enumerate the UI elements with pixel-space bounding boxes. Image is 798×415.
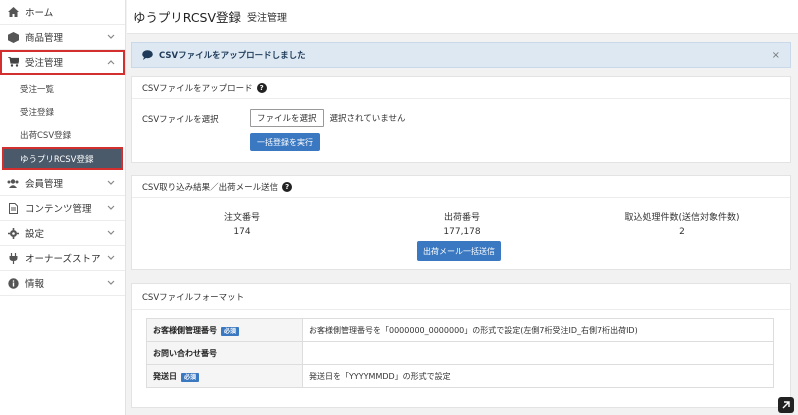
- users-icon: [7, 177, 19, 189]
- nav-products[interactable]: 商品管理: [0, 25, 125, 50]
- sidebar: ホーム 商品管理 受注管理 受注一覧 受注登録 出荷CSV登録 ゆうプリRCSV…: [0, 0, 126, 415]
- result-labels: 注文番号 出荷番号 取込処理件数(送信対象件数): [132, 210, 792, 223]
- upload-heading-text: CSVファイルをアップロード: [142, 83, 253, 94]
- field-name-cell: お問い合わせ番号: [146, 341, 303, 365]
- info-icon: [7, 277, 19, 289]
- file-icon: [7, 202, 19, 214]
- page-title: ゆうプリRCSV登録: [133, 10, 242, 25]
- chevron-down-icon: [107, 279, 115, 289]
- alert-message: CSVファイルをアップロードしました: [159, 51, 306, 61]
- plug-icon: [7, 252, 19, 264]
- field-name-cell: お客様側管理番号 必須: [146, 318, 303, 342]
- format-card: CSVファイルフォーマット お客様側管理番号 必須 お客様側管理番号を「00000…: [131, 283, 791, 408]
- field-desc: [302, 341, 774, 365]
- no-file-text: 選択されていません: [329, 114, 406, 124]
- file-field-label: CSVファイルを選択: [142, 115, 219, 125]
- nav-products-label: 商品管理: [25, 33, 64, 44]
- field-name: 発送日: [153, 371, 177, 381]
- page-header: ゆうプリRCSV登録 受注管理: [127, 0, 798, 34]
- help-icon[interactable]: ?: [282, 181, 293, 192]
- nav-home[interactable]: ホーム: [0, 0, 125, 25]
- shipping-number-value: 177,178: [443, 227, 481, 237]
- choose-file-button[interactable]: ファイルを選択: [250, 109, 324, 127]
- nav-contents[interactable]: コンテンツ管理: [0, 196, 125, 221]
- order-number-label: 注文番号: [223, 213, 260, 223]
- nav-members[interactable]: 会員管理: [0, 171, 125, 196]
- table-row: お問い合わせ番号: [146, 341, 774, 365]
- cart-icon: [7, 56, 19, 68]
- upload-heading: CSVファイルをアップロード ?: [132, 77, 790, 99]
- gear-icon: [7, 227, 19, 239]
- required-badge: 必須: [221, 326, 240, 336]
- upload-card: CSVファイルをアップロード ? CSVファイルを選択 ファイルを選択 選択され…: [131, 76, 791, 163]
- chevron-down-icon: [107, 204, 115, 214]
- result-heading: CSV取り込み結果／出荷メール送信 ?: [132, 176, 790, 198]
- nav-settings[interactable]: 設定: [0, 221, 125, 246]
- chevron-up-icon: [107, 58, 115, 68]
- nav-members-label: 会員管理: [25, 179, 64, 190]
- format-table: お客様側管理番号 必須 お客様側管理番号を「0000000_0000000」の形式…: [146, 318, 774, 388]
- field-name-cell: 発送日 必須: [146, 364, 303, 388]
- nav-home-label: ホーム: [25, 8, 54, 19]
- file-picker: ファイルを選択 選択されていません: [250, 109, 406, 127]
- main-content: ゆうプリRCSV登録 受注管理 CSVファイルをアップロードしました × CSV…: [127, 0, 798, 415]
- box-icon: [7, 31, 19, 43]
- order-number-value: 174: [233, 227, 251, 237]
- comment-icon: [142, 50, 153, 60]
- nav-info[interactable]: 情報: [0, 271, 125, 296]
- nav-owners-label: オーナーズストア: [25, 254, 101, 265]
- success-alert: CSVファイルをアップロードしました ×: [131, 42, 791, 68]
- required-badge: 必須: [181, 372, 200, 382]
- nav-order-list[interactable]: 受注一覧: [0, 77, 125, 100]
- field-desc: 発送日を「YYYYMMDD」の形式で設定: [302, 364, 774, 388]
- nav-info-label: 情報: [25, 279, 45, 290]
- result-card: CSV取り込み結果／出荷メール送信 ? 注文番号 出荷番号 取込処理件数(送信対…: [131, 175, 791, 270]
- chevron-down-icon: [107, 254, 115, 264]
- processed-count-label: 取込処理件数(送信対象件数): [624, 213, 740, 223]
- table-row: 発送日 必須 発送日を「YYYYMMDD」の形式で設定: [146, 364, 774, 388]
- bulk-register-button[interactable]: 一括登録を実行: [250, 133, 320, 151]
- chevron-down-icon: [107, 179, 115, 189]
- field-desc: お客様側管理番号を「0000000_0000000」の形式で設定(左側7桁受注I…: [302, 318, 774, 342]
- format-heading-text: CSVファイルフォーマット: [142, 292, 245, 303]
- field-name: お問い合わせ番号: [153, 348, 217, 358]
- nav-order-register[interactable]: 受注登録: [0, 100, 125, 123]
- home-icon: [7, 6, 19, 18]
- close-icon[interactable]: ×: [772, 50, 780, 61]
- page-subtitle: 受注管理: [247, 13, 288, 24]
- processed-count-value: 2: [679, 227, 685, 237]
- result-values: 174 177,178 2: [132, 227, 792, 237]
- nav-yupri-csv[interactable]: ゆうプリRCSV登録: [2, 147, 123, 170]
- chevron-down-icon: [107, 229, 115, 239]
- nav-orders[interactable]: 受注管理: [0, 50, 125, 75]
- nav-owners-store[interactable]: オーナーズストア: [0, 246, 125, 271]
- format-heading: CSVファイルフォーマット: [132, 284, 790, 310]
- field-name: お客様側管理番号: [153, 325, 217, 335]
- help-icon[interactable]: ?: [256, 82, 267, 93]
- chevron-down-icon: [107, 33, 115, 43]
- nav-shipping-csv[interactable]: 出荷CSV登録: [0, 123, 125, 146]
- nav-contents-label: コンテンツ管理: [25, 204, 92, 215]
- result-heading-text: CSV取り込み結果／出荷メール送信: [142, 182, 279, 193]
- nav-settings-label: 設定: [25, 229, 45, 240]
- send-shipping-mail-button[interactable]: 出荷メール一括送信: [417, 241, 501, 261]
- table-row: お客様側管理番号 必須 お客様側管理番号を「0000000_0000000」の形式…: [146, 318, 774, 342]
- nav-orders-label: 受注管理: [25, 58, 64, 69]
- widget-icon[interactable]: [778, 397, 794, 413]
- shipping-number-label: 出荷番号: [443, 213, 480, 223]
